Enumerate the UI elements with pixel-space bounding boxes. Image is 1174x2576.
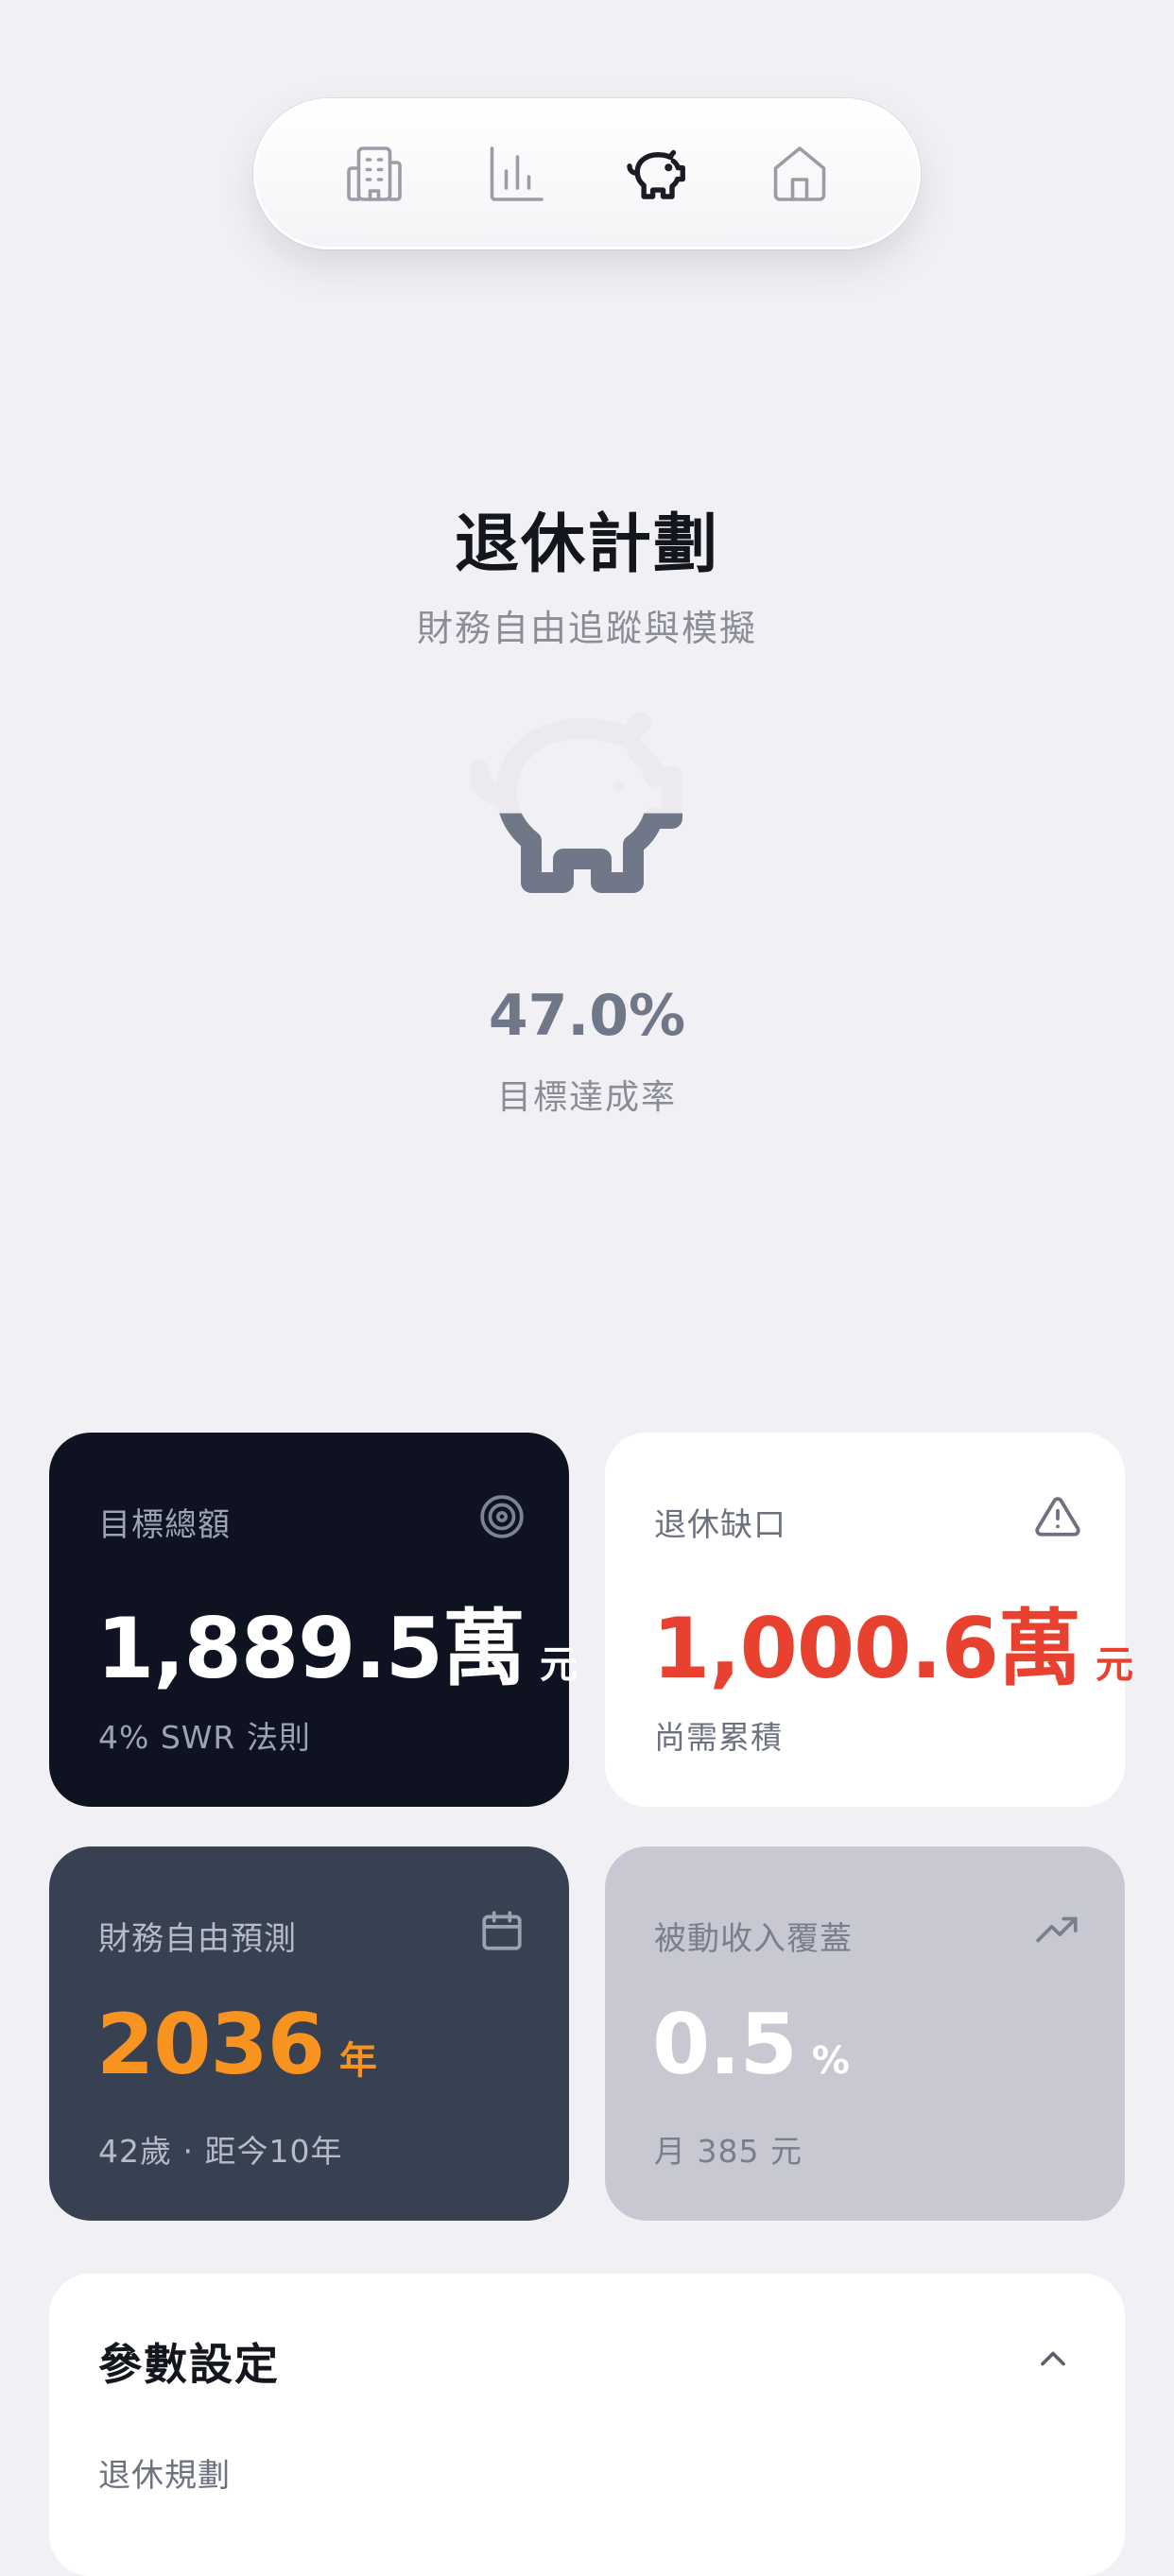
card-label: 目標總額 [98,1506,231,1544]
tab-home[interactable] [754,129,845,219]
card-value: 1,889.5萬 元 [96,1582,578,1702]
bar-chart-icon [490,146,544,201]
settings-collapse-button[interactable] [1025,2330,1081,2387]
forecast-year: 2036 [96,1996,325,2093]
piggy-bank-icon [627,149,685,199]
trending-up-icon [1036,1916,1078,1943]
card-note: 4% SWR 法則 [98,1719,311,1756]
tab-retirement[interactable] [613,129,703,219]
page-title: 退休計劃 [454,507,719,582]
chevron-up-icon [1041,2351,1065,2366]
settings-section-label: 退休規劃 [98,2457,231,2495]
card-note: 42歲 · 距今10年 [98,2133,343,2170]
progress-label: 目標達成率 [496,1078,677,1117]
settings-panel: 參數設定 退休規劃 [49,2274,1125,2576]
forecast-unit: 年 [338,2039,377,2083]
card-value: 1,000.6萬 元 [652,1582,1133,1702]
calendar-icon [482,1911,522,1950]
gap-unit: 元 [1096,1643,1134,1687]
card-value: 0.5 % [652,1996,850,2093]
gap-amount: 1,000.6萬 [652,1600,1081,1697]
card-label: 退休缺口 [654,1506,786,1544]
piggy-progress-icon [471,712,682,893]
card-note: 尚需累積 [654,1719,783,1756]
passive-percent: 0.5 [652,1996,798,2093]
fi-forecast-card[interactable]: 財務自由預測 2036 年 42歲 · 距今10年 [49,1846,569,2221]
warning-icon [1035,1497,1080,1537]
passive-income-card[interactable]: 被動收入覆蓋 0.5 % 月 385 元 [605,1846,1125,2221]
top-tab-bar [253,98,921,249]
building-icon [347,146,402,201]
retirement-gap-card[interactable]: 退休缺口 1,000.6萬 元 尚需累積 [605,1433,1133,1807]
target-total-card[interactable]: 目標總額 1,889.5萬 元 4% SWR 法則 [49,1433,578,1807]
card-value: 2036 年 [96,1996,377,2093]
page-subtitle: 財務自由追蹤與模擬 [416,608,757,649]
passive-unit: % [811,2039,850,2083]
target-unit: 元 [540,1643,578,1687]
home-icon [773,146,826,201]
card-label: 財務自由預測 [98,1920,297,1958]
progress-percent: 47.0% [488,983,686,1049]
settings-title: 參數設定 [98,2339,280,2390]
card-label: 被動收入覆蓋 [654,1920,853,1958]
target-icon [480,1495,524,1538]
target-amount: 1,889.5萬 [96,1600,526,1697]
tab-chart[interactable] [471,129,561,219]
tab-building[interactable] [329,129,420,219]
card-note: 月 385 元 [654,2133,803,2170]
